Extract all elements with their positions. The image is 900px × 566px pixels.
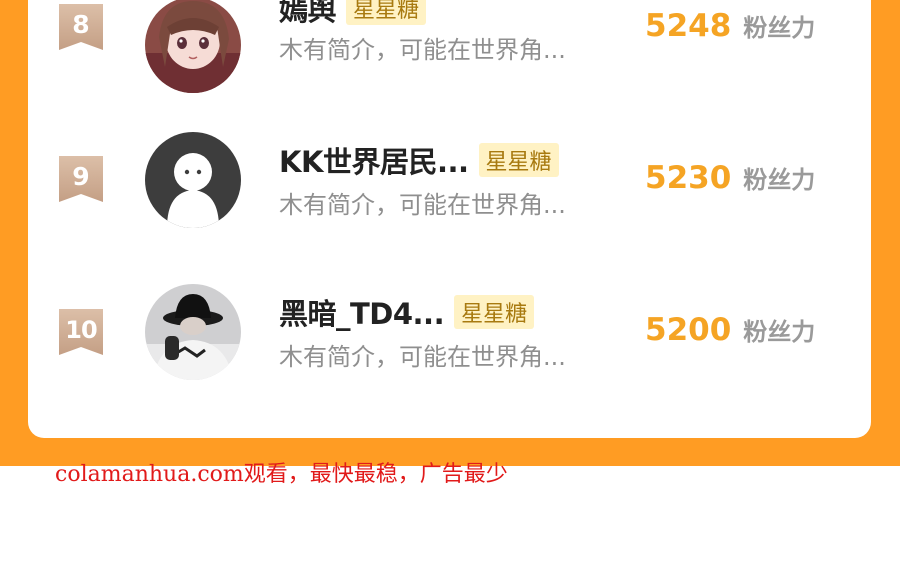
level-tag: 星星糖 [454,295,535,329]
username[interactable]: 黑暗_TD4... [279,291,445,333]
user-intro: 木有简介，可能在世界角... [279,343,566,371]
score-value: 5248 [645,8,732,44]
user-intro: 木有简介，可能在世界角... [279,36,566,64]
fan-score: 5248 粉丝力 [645,8,815,44]
bucket-hat-photo-avatar-icon[interactable] [145,284,241,380]
rank-badge: 8 [59,4,103,50]
rank-number: 10 [65,316,97,344]
level-tag: 星星糖 [346,0,427,25]
score-unit: 粉丝力 [743,166,816,194]
score-unit: 粉丝力 [743,14,816,42]
leaderboard-row[interactable]: 8 嫣舆 星星糖 木有简介，可能在世界角... 5248 粉丝力 [28,0,871,110]
leaderboard-row[interactable]: 9 KK世界居民... 星星糖 木有简介，可能在世界角... 5230 粉丝力 [28,130,871,240]
username[interactable]: KK世界居民... [279,139,469,181]
rank-number: 9 [72,162,90,191]
leaderboard-row[interactable]: 10 黑暗_TD4... 星星糖 木有简介，可能在世界角... 5200 粉丝力 [28,282,871,392]
user-intro: 木有简介，可能在世界角... [279,191,566,219]
score-unit: 粉丝力 [743,318,816,346]
fan-score: 5230 粉丝力 [645,160,815,196]
rank-badge: 10 [59,309,103,355]
name-line: KK世界居民... 星星糖 [279,140,559,180]
username[interactable]: 嫣舆 [279,0,337,29]
leaderboard-card: 8 嫣舆 星星糖 木有简介，可能在世界角... 5248 粉丝力 9 KK世界居… [28,0,871,438]
level-tag: 星星糖 [478,143,559,177]
rank-badge: 9 [59,156,103,202]
site-watermark: colamanhua.com观看，最快最稳，广告最少 [55,462,508,487]
anime-girl-avatar-icon[interactable] [145,0,241,93]
default-ghost-avatar-icon[interactable] [145,132,241,228]
score-value: 5230 [645,160,732,196]
score-value: 5200 [645,312,732,348]
name-line: 黑暗_TD4... 星星糖 [279,291,535,333]
name-line: 嫣舆 星星糖 [279,0,427,29]
rank-number: 8 [72,10,90,39]
fan-score: 5200 粉丝力 [645,312,815,348]
